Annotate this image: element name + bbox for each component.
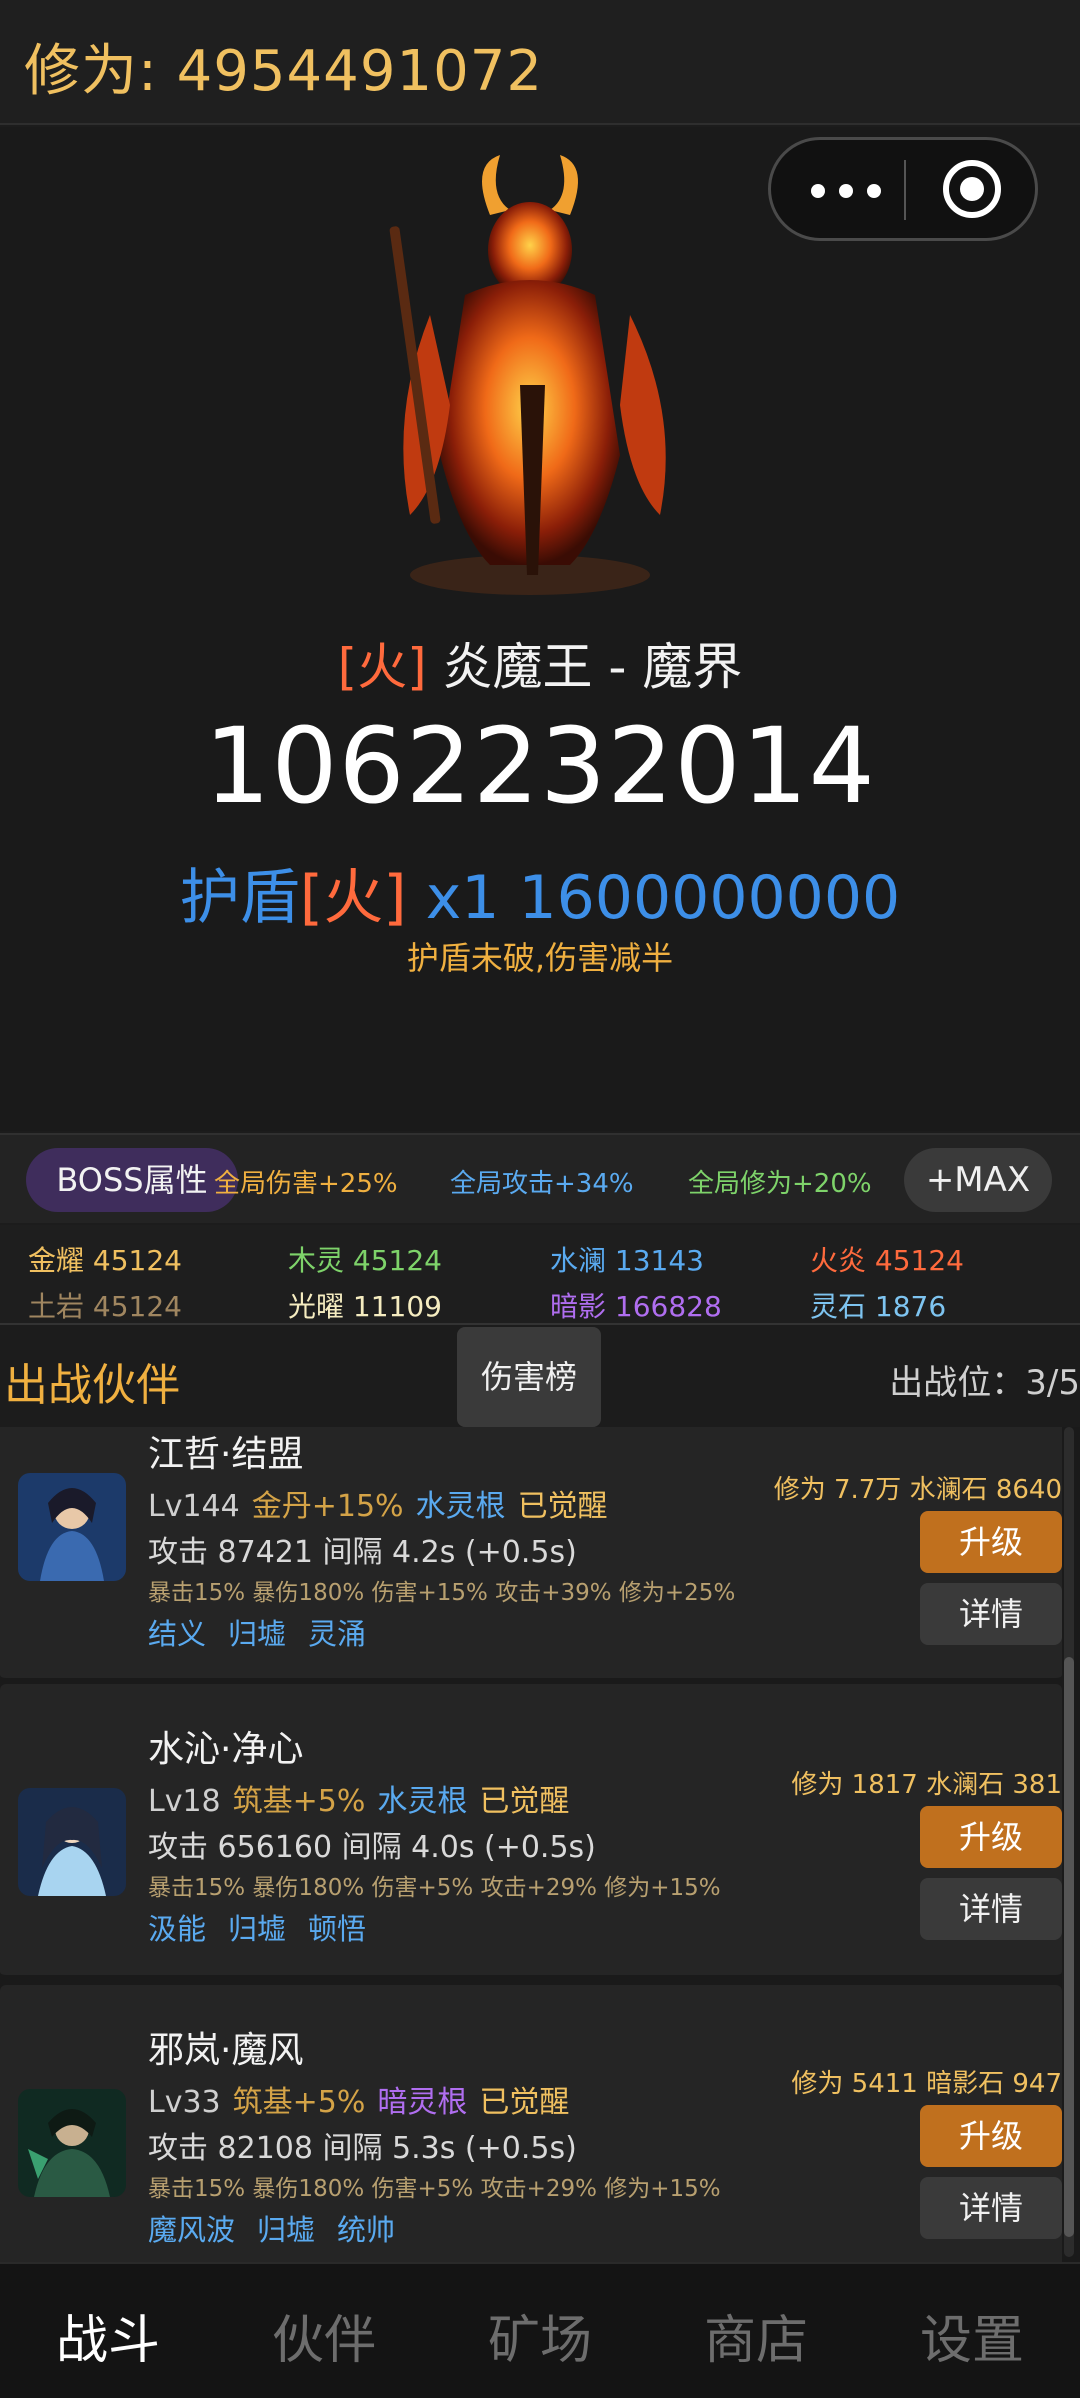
partner-realm: 筑基+5% [232,1784,366,1819]
partner-skills: 魔风波 归墟 统帅 [148,2207,417,2249]
bottom-nav: 战斗 伙伴 矿场 商店 设置 [0,2262,1080,2398]
partners-title: 出战伙伴 [4,1360,180,1411]
partner-card: 江哲·结盟 Lv144 金丹+15% 水灵根 已觉醒 攻击 87421 间隔 4.2s… [0,1427,1062,1681]
partner-attack: 攻击 87421 间隔 4.2s (+0.5s) [148,1535,577,1570]
partner-realm: 筑基+5% [232,2085,366,2120]
partner-name: 邪岚·魔风 [148,2030,304,2071]
partner-awakened: 已觉醒 [517,1489,608,1524]
partner-level: Lv18 [148,1784,221,1819]
partner-avatar [18,1473,126,1581]
partner-skill[interactable]: 顿悟 [308,1912,366,1946]
partner-name: 水沁·净心 [148,1729,304,1770]
element-water: 水澜 13143 [550,1244,704,1277]
partner-name: 江哲·结盟 [148,1434,304,1475]
nav-partners[interactable]: 伙伴 [216,2298,432,2373]
partner-level: Lv33 [148,2085,221,2120]
top-bar: 修为: 4954491072 [0,0,1080,125]
partner-tags: Lv18 筑基+5% 水灵根 已觉醒 [148,1776,569,1820]
element-shadow: 暗影 166828 [550,1290,722,1323]
partners-header: 出战伙伴 伤害榜 出战位：3/5 [0,1327,1080,1427]
cultivation-total: 修为: 4954491072 [24,39,543,104]
detail-button[interactable]: 详情 [920,2177,1062,2239]
buff-bar: BOSS属性 全局伤害+25% 全局攻击+34% 全局修为+20% +MAX [0,1133,1080,1223]
max-button[interactable]: +MAX [904,1148,1052,1212]
partner-root: 水灵根 [415,1489,506,1524]
global-cultivation-buff: 全局修为+20% [688,1169,872,1199]
upgrade-cost: 修为 7.7万 水澜石 8640 [773,1475,1062,1505]
element-fire: 火炎 45124 [810,1244,964,1277]
partner-skill[interactable]: 结义 [148,1617,206,1651]
boss-attributes-button[interactable]: BOSS属性 [26,1148,238,1212]
partner-skill[interactable]: 灵涌 [308,1617,366,1651]
partner-card: 邪岚·魔风 Lv33 筑基+5% 暗灵根 已觉醒 攻击 82108 间隔 5.3s (… [0,1985,1062,2262]
partner-stats: 暴击15% 暴伤180% 伤害+5% 攻击+29% 修为+15% [148,1875,721,1901]
capsule-divider [904,160,906,220]
partner-avatar [18,2089,126,2197]
global-damage-buff: 全局伤害+25% [214,1169,398,1199]
partner-skill[interactable]: 汲能 [148,1912,206,1946]
upgrade-cost: 修为 5411 暗影石 947 [791,2069,1062,2099]
nav-settings[interactable]: 设置 [864,2298,1080,2373]
detail-button[interactable]: 详情 [920,1583,1062,1645]
partner-skill[interactable]: 归墟 [228,1912,286,1946]
partner-skill[interactable]: 归墟 [228,1617,286,1651]
shield-element: [火] [299,863,407,933]
more-dots-icon[interactable] [805,168,905,212]
partner-awakened: 已觉醒 [479,1784,570,1819]
upgrade-button[interactable]: 升级 [920,2105,1062,2167]
nav-shop[interactable]: 商店 [648,2298,864,2373]
partner-skill[interactable]: 魔风波 [148,2213,235,2247]
shield-label: 护盾 [179,863,300,933]
partner-stats: 暴击15% 暴伤180% 伤害+15% 攻击+39% 修为+25% [148,1580,736,1606]
boss-portrait [389,155,666,595]
global-attack-buff: 全局攻击+34% [450,1169,634,1199]
boss-name-line: [火] 炎魔王 - 魔界 [0,627,1080,699]
partner-tags: Lv33 筑基+5% 暗灵根 已觉醒 [148,2077,569,2121]
element-light: 光曜 11109 [288,1290,442,1323]
deploy-slots: 出战位：3/5 [889,1363,1080,1403]
scrollbar-thumb[interactable] [1064,1657,1074,2237]
shield-value: 1600000000 [518,863,901,933]
partner-list[interactable]: 江哲·结盟 Lv144 金丹+15% 水灵根 已觉醒 攻击 87421 间隔 4.2s… [0,1427,1080,2262]
partner-awakened: 已觉醒 [479,2085,570,2120]
boss-hp: 1062232014 [204,705,876,827]
shield-note: 护盾未破,伤害减半 [406,939,674,977]
nav-mine[interactable]: 矿场 [432,2298,648,2373]
partner-tags: Lv144 金丹+15% 水灵根 已觉醒 [148,1481,608,1525]
boss-panel: [火] 炎魔王 - 魔界 1062232014 护盾[火] x1 1600000… [0,127,1080,1131]
partner-card: 水沁·净心 Lv18 筑基+5% 水灵根 已觉醒 攻击 656160 间隔 4.0s … [0,1684,1062,1978]
element-resources: 金耀 45124 木灵 45124 水澜 13143 火炎 45124 土岩 4… [0,1225,1080,1325]
boss-element-tag: [火] [337,638,427,696]
nav-battle[interactable]: 战斗 [0,2298,216,2373]
damage-rank-tab[interactable]: 伤害榜 [457,1327,601,1427]
upgrade-button[interactable]: 升级 [920,1511,1062,1573]
element-gold: 金耀 45124 [28,1244,182,1277]
element-earth: 土岩 45124 [28,1290,182,1323]
partner-root: 水灵根 [377,1784,468,1819]
shield-count: x1 [425,863,500,933]
element-spirit-stone: 灵石 1876 [810,1290,947,1323]
partner-attack: 攻击 82108 间隔 5.3s (+0.5s) [148,2131,577,2166]
element-wood: 木灵 45124 [288,1244,442,1277]
partner-skills: 汲能 归墟 顿悟 [148,1906,388,1948]
partner-realm: 金丹+15% [251,1489,404,1524]
partner-level: Lv144 [148,1489,240,1524]
boss-name: 炎魔王 - 魔界 [442,638,743,696]
partner-avatar [18,1788,126,1896]
mini-program-capsule [768,137,1038,241]
target-icon[interactable] [943,160,1001,218]
partner-skill[interactable]: 归墟 [257,2213,315,2247]
partner-skill[interactable]: 统帅 [337,2213,395,2247]
partner-skills: 结义 归墟 灵涌 [148,1611,388,1653]
detail-button[interactable]: 详情 [920,1878,1062,1940]
partner-stats: 暴击15% 暴伤180% 伤害+5% 攻击+29% 修为+15% [148,2176,721,2202]
upgrade-button[interactable]: 升级 [920,1806,1062,1868]
partner-attack: 攻击 656160 间隔 4.0s (+0.5s) [148,1830,596,1865]
upgrade-cost: 修为 1817 水澜石 381 [791,1770,1062,1800]
boss-shield-line: 护盾[火] x1 1600000000 [0,849,1080,936]
partner-root: 暗灵根 [377,2085,468,2120]
